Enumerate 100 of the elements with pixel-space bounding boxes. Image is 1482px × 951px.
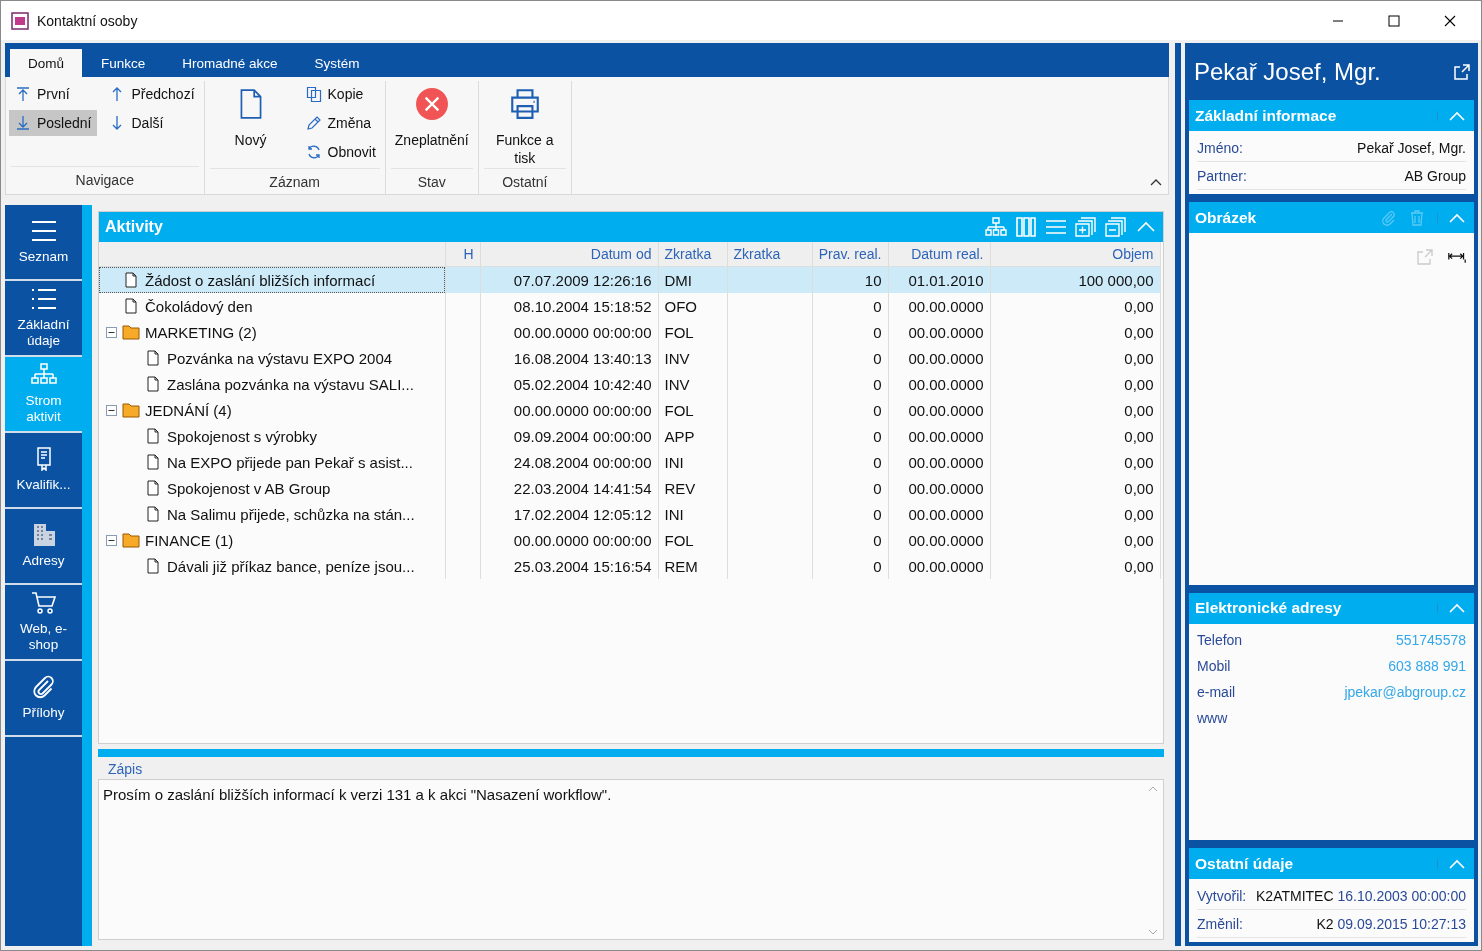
arrow-down-to-line-icon (15, 115, 31, 131)
document-icon (144, 480, 162, 496)
table-cell: 00.00.0000 (888, 501, 990, 527)
ribbon-group-label: Ostatní (483, 168, 566, 196)
column-header[interactable]: Prav. real. (812, 242, 888, 267)
hierarchy-icon[interactable] (985, 217, 1008, 237)
table-cell: 0 (812, 475, 888, 501)
ribbon-group-label: Navigace (11, 166, 199, 194)
table-row[interactable]: Na Salimu přijede, schůzka na stán... 17.02.2004 12:05:12 INI 0 00.00.0000 0,00 (99, 501, 1160, 527)
collapse-toggle-icon[interactable] (106, 404, 117, 416)
table-cell: 0,00 (990, 397, 1160, 423)
ribbon-button[interactable]: Zneplatnění (388, 81, 475, 168)
table-cell: 00.00.0000 (888, 423, 990, 449)
table-cell: 00.00.0000 (888, 371, 990, 397)
column-header[interactable]: H (445, 242, 480, 267)
collapse-toggle-icon[interactable] (106, 534, 117, 546)
table-row[interactable]: Na EXPO přijede pan Pekař s asist... 24.08.2004 00:00:00 INI 0 00.00.0000 0,00 (99, 449, 1160, 475)
table-cell: 00.00.0000 (888, 345, 990, 371)
scroll-up-icon[interactable] (1148, 786, 1159, 792)
table-cell: INI (658, 501, 727, 527)
ribbon-button[interactable]: Další (103, 110, 201, 136)
app-icon (11, 11, 29, 30)
expand-all-icon[interactable] (1075, 217, 1098, 237)
ribbon-tab[interactable]: Funkce (83, 49, 164, 77)
table-cell: FOL (658, 319, 727, 345)
ribbon-tab[interactable]: Systém (296, 49, 378, 77)
table-cell: 05.02.2004 10:42:40 (480, 371, 658, 397)
maximize-icon[interactable] (1388, 14, 1400, 27)
document-icon (144, 428, 162, 444)
table-cell: FOL (658, 527, 727, 553)
table-cell: 00.00.0000 (888, 397, 990, 423)
ribbon-group-label: Stav (390, 168, 473, 196)
open-external-icon[interactable] (1454, 64, 1470, 80)
column-header[interactable]: Datum od (480, 242, 658, 267)
table-cell: 00.00.0000 00:00:00 (480, 397, 658, 423)
table-row[interactable]: Dávali již příkaz bance, peníze jsou... 25.03.2004 15:16:54 REM 0 00.00.0000 0,00 (99, 553, 1160, 579)
collapse-toggle-icon[interactable] (106, 326, 117, 338)
collapse-ribbon-icon[interactable] (1150, 178, 1163, 186)
column-header[interactable]: Objem (990, 242, 1160, 267)
section-title: Ostatní údaje (1195, 854, 1294, 873)
ribbon-tab[interactable]: Hromadné akce (164, 49, 296, 77)
note-text-area[interactable]: Prosím o zaslání bližších informací k verzi 131 a k akci "Nasazení workflow". (98, 779, 1165, 940)
table-row[interactable]: Spokojenost v AB Group 22.03.2004 14:41:54 REV 0 00.00.0000 0,00 (99, 475, 1160, 501)
table-cell: 10 (812, 266, 888, 293)
table-cell: 22.03.2004 14:41:54 (480, 475, 658, 501)
contact-name-heading: Pekař Josef, Mgr. (1194, 58, 1381, 86)
table-row[interactable]: JEDNÁNÍ (4) 00.00.0000 00:00:00 FOL 0 00.00.0000 0,00 (99, 397, 1160, 423)
ribbon-button[interactable]: Obnovit (299, 139, 382, 165)
tree-item-label: Na EXPO přijede pan Pekař s asist... (167, 453, 413, 471)
section-title: Základní informace (1195, 106, 1337, 125)
table-cell: 09.09.2004 00:00:00 (480, 423, 658, 449)
rows-icon[interactable] (1045, 217, 1068, 237)
field-value: AB Group (1404, 167, 1466, 184)
table-cell: 24.08.2004 00:00:00 (480, 449, 658, 475)
table-cell: INI (658, 449, 727, 475)
user-name: K2ATMITEC (1256, 887, 1334, 904)
table-cell: 00.00.0000 (888, 319, 990, 345)
column-header[interactable]: Zkratka (727, 242, 812, 267)
table-cell: 0 (812, 553, 888, 579)
folder-icon (122, 402, 140, 418)
tree-item-label: Žádost o zaslání bližších informací (145, 271, 376, 289)
window-title: Kontaktní osoby (37, 12, 138, 29)
ribbon-button[interactable]: Předchozí (103, 81, 201, 107)
ribbon-button[interactable]: První (9, 81, 98, 107)
ribbon-button[interactable]: Nový (207, 81, 294, 168)
table-row[interactable]: Spokojenost s výrobky 09.09.2004 00:00:00 APP 0 00.00.0000 0,00 (99, 423, 1160, 449)
ribbon-button[interactable]: Kopie (299, 81, 382, 107)
table-row[interactable]: FINANCE (1) 00.00.0000 00:00:00 FOL 0 00.00.0000 0,00 (99, 527, 1160, 553)
scroll-down-icon[interactable] (1148, 929, 1159, 935)
table-row[interactable]: Žádost o zaslání bližších informací 07.07.2009 12:26:16 DMI 10 01.01.2010 100 000,00 (99, 266, 1160, 293)
cancel-icon (414, 87, 449, 121)
ribbon-button[interactable]: Změna (299, 110, 382, 136)
table-cell: 07.07.2009 12:26:16 (480, 266, 658, 293)
table-row[interactable]: Zaslána pozvánka na výstavu SALI... 05.02.2004 10:42:40 INV 0 00.00.0000 0,00 (99, 371, 1160, 397)
table-row[interactable]: Čokoládový den 08.10.2004 15:18:52 OFO 0 00.00.0000 0,00 (99, 293, 1160, 319)
ribbon-button[interactable]: Funkce a tisk (481, 81, 568, 168)
columns-icon[interactable] (1015, 217, 1038, 237)
ribbon-button[interactable]: Poslední (9, 110, 98, 136)
column-header[interactable]: Datum real. (888, 242, 990, 267)
tree-item-label: Spokojenost s výrobky (167, 427, 318, 445)
table-cell: 0 (812, 397, 888, 423)
table-cell: REM (658, 553, 727, 579)
arrow-up-to-line-icon (15, 86, 31, 102)
table-cell: 00.00.0000 00:00:00 (480, 319, 658, 345)
column-header[interactable]: Zkratka (658, 242, 727, 267)
close-icon[interactable] (1444, 14, 1456, 27)
table-cell: 0,00 (990, 475, 1160, 501)
field-label: Jméno: (1197, 139, 1243, 156)
table-cell: 17.02.2004 12:05:12 (480, 501, 658, 527)
paperclip-icon (1381, 209, 1397, 226)
collapse-all-icon[interactable] (1105, 217, 1128, 237)
tree-item-label: Dávali již příkaz bance, peníze jsou... (167, 557, 415, 575)
table-row[interactable]: Pozvánka na výstavu EXPO 2004 16.08.2004 13:40:13 INV 0 00.00.0000 0,00 (99, 345, 1160, 371)
table-cell: 0,00 (990, 319, 1160, 345)
ribbon-tab[interactable]: Domů (10, 49, 82, 77)
table-cell: 0,00 (990, 527, 1160, 553)
user-name: K2 (1316, 915, 1334, 932)
trash-icon (1409, 209, 1425, 226)
table-row[interactable]: MARKETING (2) 00.00.0000 00:00:00 FOL 0 00.00.0000 0,00 (99, 319, 1160, 345)
document-icon (144, 506, 162, 522)
